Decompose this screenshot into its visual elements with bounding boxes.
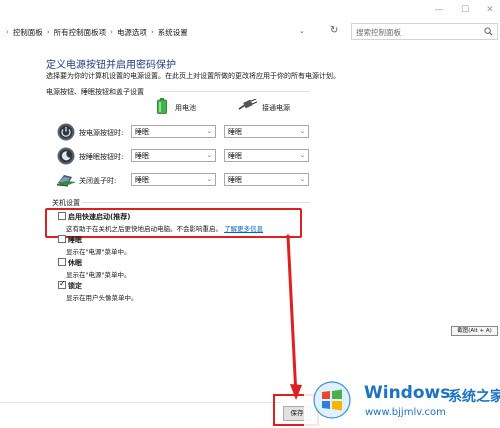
- hibernate-option-title: 休眠: [68, 259, 82, 267]
- chevron-right-icon[interactable]: ›: [47, 28, 50, 36]
- column-plugged-in: 接通电源: [262, 104, 290, 112]
- lock-checkbox[interactable]: [58, 279, 66, 289]
- hibernate-checkbox[interactable]: [58, 258, 66, 266]
- maximize-button[interactable]: ☐: [458, 4, 472, 16]
- screenshot-shortcut-tooltip: 截图(Alt + A): [451, 326, 498, 336]
- page-subtitle: 选择要为你的计算机设置的电源设置。在此页上对设置所做的更改将应用于你的所有电源计…: [46, 72, 340, 80]
- lock-option-desc: 显示在用户头像菜单中。: [66, 294, 138, 302]
- select-value: 睡眠: [228, 152, 242, 160]
- battery-icon: [157, 98, 167, 114]
- breadcrumb-all-items[interactable]: 所有控制面板项: [54, 27, 107, 38]
- watermark-url: www.bjjmlv.com: [365, 407, 446, 418]
- annotation-highlight-box: [45, 208, 302, 238]
- sleep-button-plugged-select[interactable]: 睡眠 ⌄: [224, 149, 309, 162]
- breadcrumb: › 控制面板 › 所有控制面板项 › 电源选项 › 系统设置: [2, 25, 188, 39]
- laptop-lid-icon: [57, 175, 76, 187]
- chevron-down-icon: ⌄: [299, 128, 305, 135]
- title-bar: — ☐ ✕: [0, 0, 500, 22]
- chevron-down-icon: ⌄: [206, 128, 212, 135]
- chevron-down-icon: ⌄: [206, 176, 212, 183]
- footer-divider: [0, 402, 280, 403]
- chevron-right-icon[interactable]: ›: [151, 28, 154, 36]
- chevron-down-icon: ⌄: [206, 152, 212, 159]
- power-button-plugged-select[interactable]: 睡眠 ⌄: [224, 125, 309, 138]
- group-divider: [82, 202, 310, 203]
- minimize-button[interactable]: —: [432, 4, 446, 16]
- power-plug-icon: [238, 99, 258, 110]
- select-value: 睡眠: [135, 128, 149, 136]
- sleep-option-desc: 显示在"电源"菜单中。: [66, 248, 131, 256]
- power-button-battery-select[interactable]: 睡眠 ⌄: [131, 125, 216, 138]
- hibernate-option-desc: 显示在"电源"菜单中。: [66, 271, 131, 279]
- search-box[interactable]: [351, 23, 498, 40]
- watermark-brand: Windows: [364, 383, 451, 403]
- windows-logo-icon: [313, 381, 351, 419]
- lid-close-battery-select[interactable]: 睡眠 ⌄: [131, 173, 216, 186]
- search-input[interactable]: [356, 26, 476, 38]
- select-value: 睡眠: [228, 128, 242, 136]
- search-icon[interactable]: [484, 27, 493, 36]
- power-button-icon: [57, 123, 75, 141]
- lid-close-plugged-select[interactable]: 睡眠 ⌄: [224, 173, 309, 186]
- refresh-icon[interactable]: ↻: [330, 25, 338, 37]
- watermark-site-name: 系统之家: [448, 389, 500, 405]
- sleep-option-title: 睡眠: [68, 236, 82, 244]
- column-battery: 用电池: [175, 104, 196, 112]
- breadcrumb-power-options[interactable]: 电源选项: [117, 27, 147, 38]
- chevron-down-icon: ⌄: [299, 152, 305, 159]
- select-value: 睡眠: [135, 152, 149, 160]
- select-value: 睡眠: [228, 176, 242, 184]
- close-button[interactable]: ✕: [483, 4, 497, 16]
- sleep-button-battery-select[interactable]: 睡眠 ⌄: [131, 149, 216, 162]
- sleep-checkbox[interactable]: [58, 235, 66, 243]
- sleep-button-icon: [57, 147, 75, 165]
- power-button-label: 按电源按钮时:: [79, 129, 124, 137]
- chevron-right-icon[interactable]: ›: [110, 28, 113, 36]
- group-divider: [160, 91, 310, 92]
- chevron-down-icon: ⌄: [299, 176, 305, 183]
- buttons-group-label: 电源按钮、睡眠按钮和盖子设置: [46, 88, 144, 96]
- chevron-down-icon[interactable]: ⌄: [299, 27, 305, 35]
- breadcrumb-control-panel[interactable]: 控制面板: [13, 27, 43, 38]
- chevron-right-icon: ›: [6, 28, 9, 36]
- page-title: 定义电源按钮并启用密码保护: [46, 60, 176, 71]
- lock-option-title: 锁定: [68, 282, 82, 290]
- lid-close-label: 关闭盖子时:: [79, 177, 117, 185]
- shutdown-settings-label: 关机设置: [52, 199, 80, 207]
- sleep-button-label: 按睡眠按钮时:: [79, 153, 124, 161]
- breadcrumb-system-settings[interactable]: 系统设置: [158, 27, 188, 38]
- select-value: 睡眠: [135, 176, 149, 184]
